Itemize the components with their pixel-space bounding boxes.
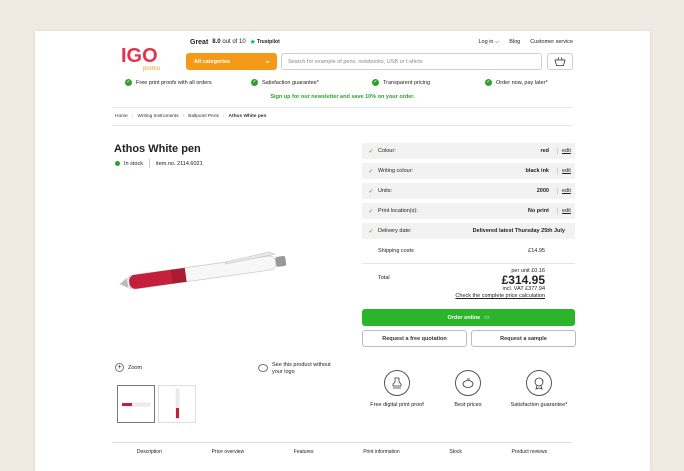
in-stock-dot — [115, 161, 120, 166]
search-placeholder: Search for example of pens, notebooks, U… — [288, 58, 423, 65]
tab-print-information[interactable]: Print information — [363, 449, 399, 455]
basket-icon — [554, 57, 566, 66]
star-icon: ★ — [249, 39, 256, 46]
check-icon: ✓ — [368, 148, 374, 155]
edit-link[interactable]: edit — [557, 208, 575, 214]
zoom-in-icon: + — [115, 363, 124, 372]
price-calculation-link[interactable]: Check the complete price calculation — [455, 293, 545, 299]
feature-satisfaction: Satisfaction guarantee* — [509, 370, 569, 409]
check-icon: ✓ — [368, 168, 374, 175]
tab-features[interactable]: Features — [294, 449, 314, 455]
options-panel: ✓ Colour: red edit ✓ Writing colour: black in… — [362, 143, 575, 263]
logo-sub: promo — [143, 66, 161, 72]
option-units[interactable]: ✓ Units: 2000 edit — [362, 183, 575, 199]
product-tabs: Description Price overview Features Prin… — [112, 442, 572, 455]
top-links: Log in ⌵ Blog Customer service — [478, 39, 573, 46]
product-image[interactable] — [117, 181, 309, 367]
stamp-icon — [384, 370, 410, 396]
edit-link[interactable]: edit — [557, 168, 575, 174]
divider — [362, 263, 575, 264]
tab-product-reviews[interactable]: Product reviews — [512, 449, 548, 455]
total-block: Total per unit £0.16 £314.95 incl. VAT £… — [362, 267, 575, 303]
all-categories-button[interactable]: All categories ⌄ — [186, 53, 277, 70]
login-link[interactable]: Log in ⌵ — [478, 39, 499, 46]
tab-price-overview[interactable]: Price overview — [212, 449, 245, 455]
check-icon: ✓ — [485, 79, 492, 86]
blog-link[interactable]: Blog — [509, 39, 520, 46]
divider — [112, 125, 572, 126]
total-label: Total — [378, 275, 390, 281]
stock-status: In stock item.no. 2114.6021 — [115, 159, 203, 168]
zoom-button[interactable]: + Zoom — [115, 363, 142, 372]
rating-widget[interactable]: Great 8.0 out of 10 ★ Trustpilot — [190, 38, 280, 47]
check-icon: ✓ — [368, 188, 374, 195]
eye-icon — [258, 364, 268, 372]
edit-link[interactable]: edit — [557, 188, 575, 194]
customer-service-link[interactable]: Customer service — [530, 39, 573, 46]
award-badge-icon — [526, 370, 552, 396]
breadcrumb-home[interactable]: Home — [115, 114, 128, 119]
option-writing-colour[interactable]: ✓ Writing colour: black ink edit — [362, 163, 575, 179]
logo-text: IGO — [121, 45, 158, 67]
chevron-right-icon: › — [222, 114, 225, 119]
shipping-row: Shipping costs £14.95 — [362, 243, 575, 259]
option-delivery: ✓ Delivery date: Delivered latest Thursday… — [362, 223, 575, 239]
usp-item: ✓ Free print proofs with all orders — [125, 79, 212, 86]
check-icon: ✓ — [368, 228, 374, 235]
breadcrumb-writing[interactable]: Writing Instruments — [137, 114, 178, 119]
thumbnail-2[interactable] — [158, 385, 196, 423]
see-without-logo-link[interactable]: See this product without your logo — [258, 362, 338, 376]
thumbnail-1[interactable] — [117, 385, 155, 423]
breadcrumb: Home › Writing Instruments › Ballpoint Pen… — [115, 114, 266, 119]
rating-label: Great — [190, 38, 209, 46]
item-number: item.no. 2114.6021 — [155, 160, 203, 167]
usp-item: ✓ Satisfaction guarantee* — [251, 79, 319, 86]
request-quotation-button[interactable]: Request a free quotation — [362, 330, 467, 347]
chevron-right-icon: › — [182, 114, 185, 119]
cart-icon: ▭ — [484, 314, 490, 321]
divider — [112, 107, 572, 108]
tab-stock[interactable]: Stock — [449, 449, 462, 455]
check-icon: ✓ — [368, 208, 374, 215]
cart-button[interactable] — [547, 53, 573, 70]
check-icon: ✓ — [251, 79, 258, 86]
order-online-button[interactable]: Order online ▭ — [362, 309, 575, 326]
check-icon: ✓ — [125, 79, 132, 86]
page-title: Athos White pen — [114, 143, 201, 155]
trustpilot-logo: ★ Trustpilot — [249, 39, 280, 46]
request-sample-button[interactable]: Request a sample — [471, 330, 576, 347]
edit-link[interactable]: edit — [557, 148, 575, 154]
option-print-location[interactable]: ✓ Print location(s): No print edit — [362, 203, 575, 219]
feature-print-proof: Free digital print proof — [367, 370, 427, 409]
chevron-down-icon: ⌄ — [264, 56, 271, 65]
igo-promo-logo[interactable]: IGO promo — [121, 42, 173, 72]
rating-score: 8.0 out of 10 — [212, 39, 246, 45]
usp-item: ✓ Transparent pricing — [372, 79, 431, 86]
breadcrumb-ballpoint[interactable]: Ballpoint Pens — [188, 114, 219, 119]
usp-item: ✓ Order now, pay later* — [485, 79, 548, 86]
piggy-bank-icon — [455, 370, 481, 396]
feature-best-prices: Best prices — [438, 370, 498, 409]
total-price: £314.95 — [501, 273, 545, 287]
chevron-right-icon: › — [131, 114, 134, 119]
option-colour[interactable]: ✓ Colour: red edit — [362, 143, 575, 159]
search-input[interactable]: Search for example of pens, notebooks, U… — [281, 53, 542, 70]
product-page: IGO promo Great 8.0 out of 10 ★ Trustpilo… — [35, 31, 650, 471]
check-icon: ✓ — [372, 79, 379, 86]
chevron-down-icon: ⌵ — [495, 39, 500, 45]
breadcrumb-current: Athos White pen — [228, 114, 267, 119]
tab-description[interactable]: Description — [137, 449, 162, 455]
newsletter-link[interactable]: Sign up for our newsletter and save 10% … — [35, 94, 650, 100]
incl-vat: incl. VAT £377.94 — [502, 286, 546, 292]
